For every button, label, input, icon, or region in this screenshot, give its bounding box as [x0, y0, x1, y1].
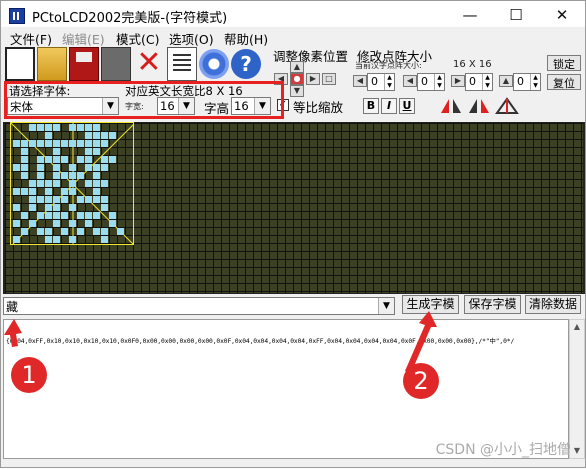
annotation-badge-1: 1 [11, 357, 47, 393]
watermark: CSDN @小小_扫地僧 [435, 442, 571, 458]
annotation-badge-2: 2 [403, 363, 439, 399]
annotation-arrows [4, 311, 437, 373]
app-window: PCtoLCD2002完美版-(字符模式) — ☐ ✕ 文件(F) 编辑(E) … [0, 0, 586, 468]
